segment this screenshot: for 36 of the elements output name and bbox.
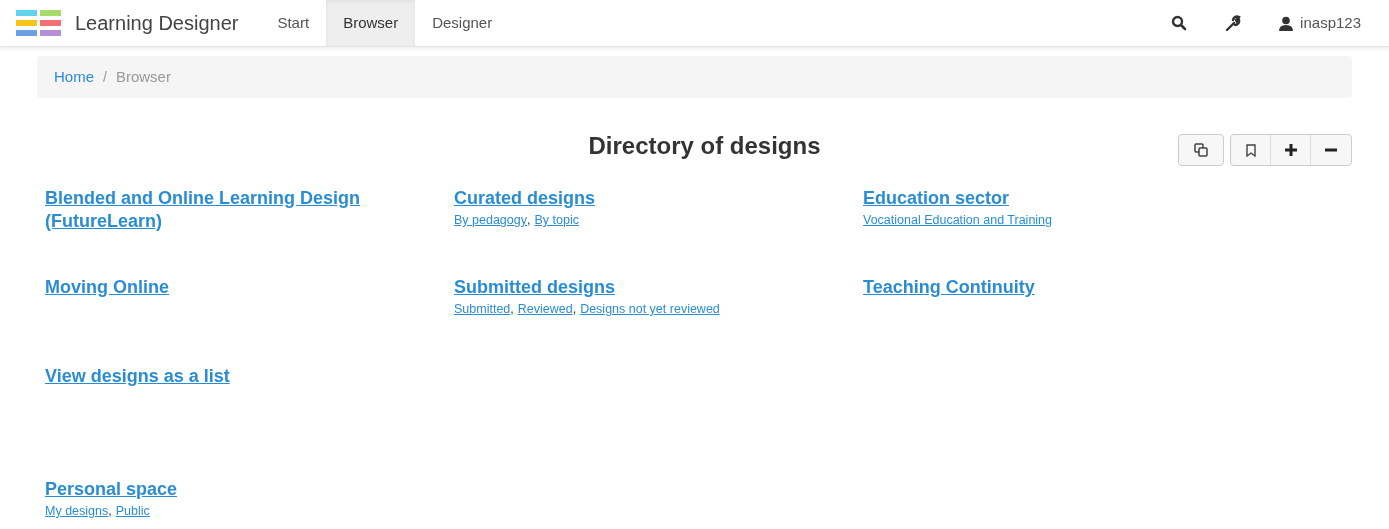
section-link[interactable]: Teaching Continuity — [863, 276, 1223, 299]
separator-text: , — [510, 301, 514, 318]
section-link[interactable]: Education sector — [863, 187, 1223, 210]
nav-tab[interactable]: Designer — [415, 0, 510, 46]
bookmark-icon — [1245, 143, 1256, 157]
nav-tab[interactable]: Start — [260, 0, 327, 46]
nav-tab[interactable]: Browser — [326, 0, 416, 46]
section-link[interactable]: Submitted designs — [454, 276, 814, 299]
sub-link[interactable]: By pedagogy — [454, 211, 527, 230]
wrench-icon[interactable] — [1225, 15, 1242, 31]
section-link[interactable]: View designs as a list — [45, 365, 405, 388]
plus-icon — [1284, 144, 1297, 156]
search-icon[interactable] — [1171, 15, 1188, 31]
copy-icon — [1194, 143, 1208, 157]
sub-link[interactable]: Vocational Education and Training — [863, 211, 1053, 230]
copy-button[interactable] — [1178, 134, 1224, 166]
sub-link[interactable]: By topic — [534, 211, 579, 230]
separator-text: , — [108, 503, 112, 520]
username[interactable]: inasp123 — [1300, 11, 1361, 35]
section-link[interactable]: Personal space — [45, 478, 405, 501]
logo-icon — [16, 10, 61, 36]
breadcrumb-divider: / — [102, 67, 108, 87]
sub-link[interactable]: Public — [115, 502, 150, 521]
separator-text: , — [572, 301, 577, 318]
separator-text: , — [527, 212, 531, 229]
section-link[interactable]: Curated designs — [454, 187, 814, 210]
section-link[interactable]: Moving Online — [45, 276, 405, 299]
sub-link[interactable]: Reviewed — [517, 300, 573, 319]
user-icon[interactable] — [1279, 15, 1294, 31]
brand-title[interactable]: Learning Designer — [75, 8, 239, 38]
breadcrumb-current: Browser — [115, 66, 171, 87]
section-link[interactable]: Blended and Online Learning Design (FutureLearn) — [45, 187, 405, 233]
page-title: Directory of designs — [588, 131, 821, 161]
breadcrumb-link[interactable]: Home — [54, 65, 94, 89]
sub-link[interactable]: Designs not yet reviewed — [580, 300, 720, 319]
minus-icon — [1325, 148, 1337, 152]
